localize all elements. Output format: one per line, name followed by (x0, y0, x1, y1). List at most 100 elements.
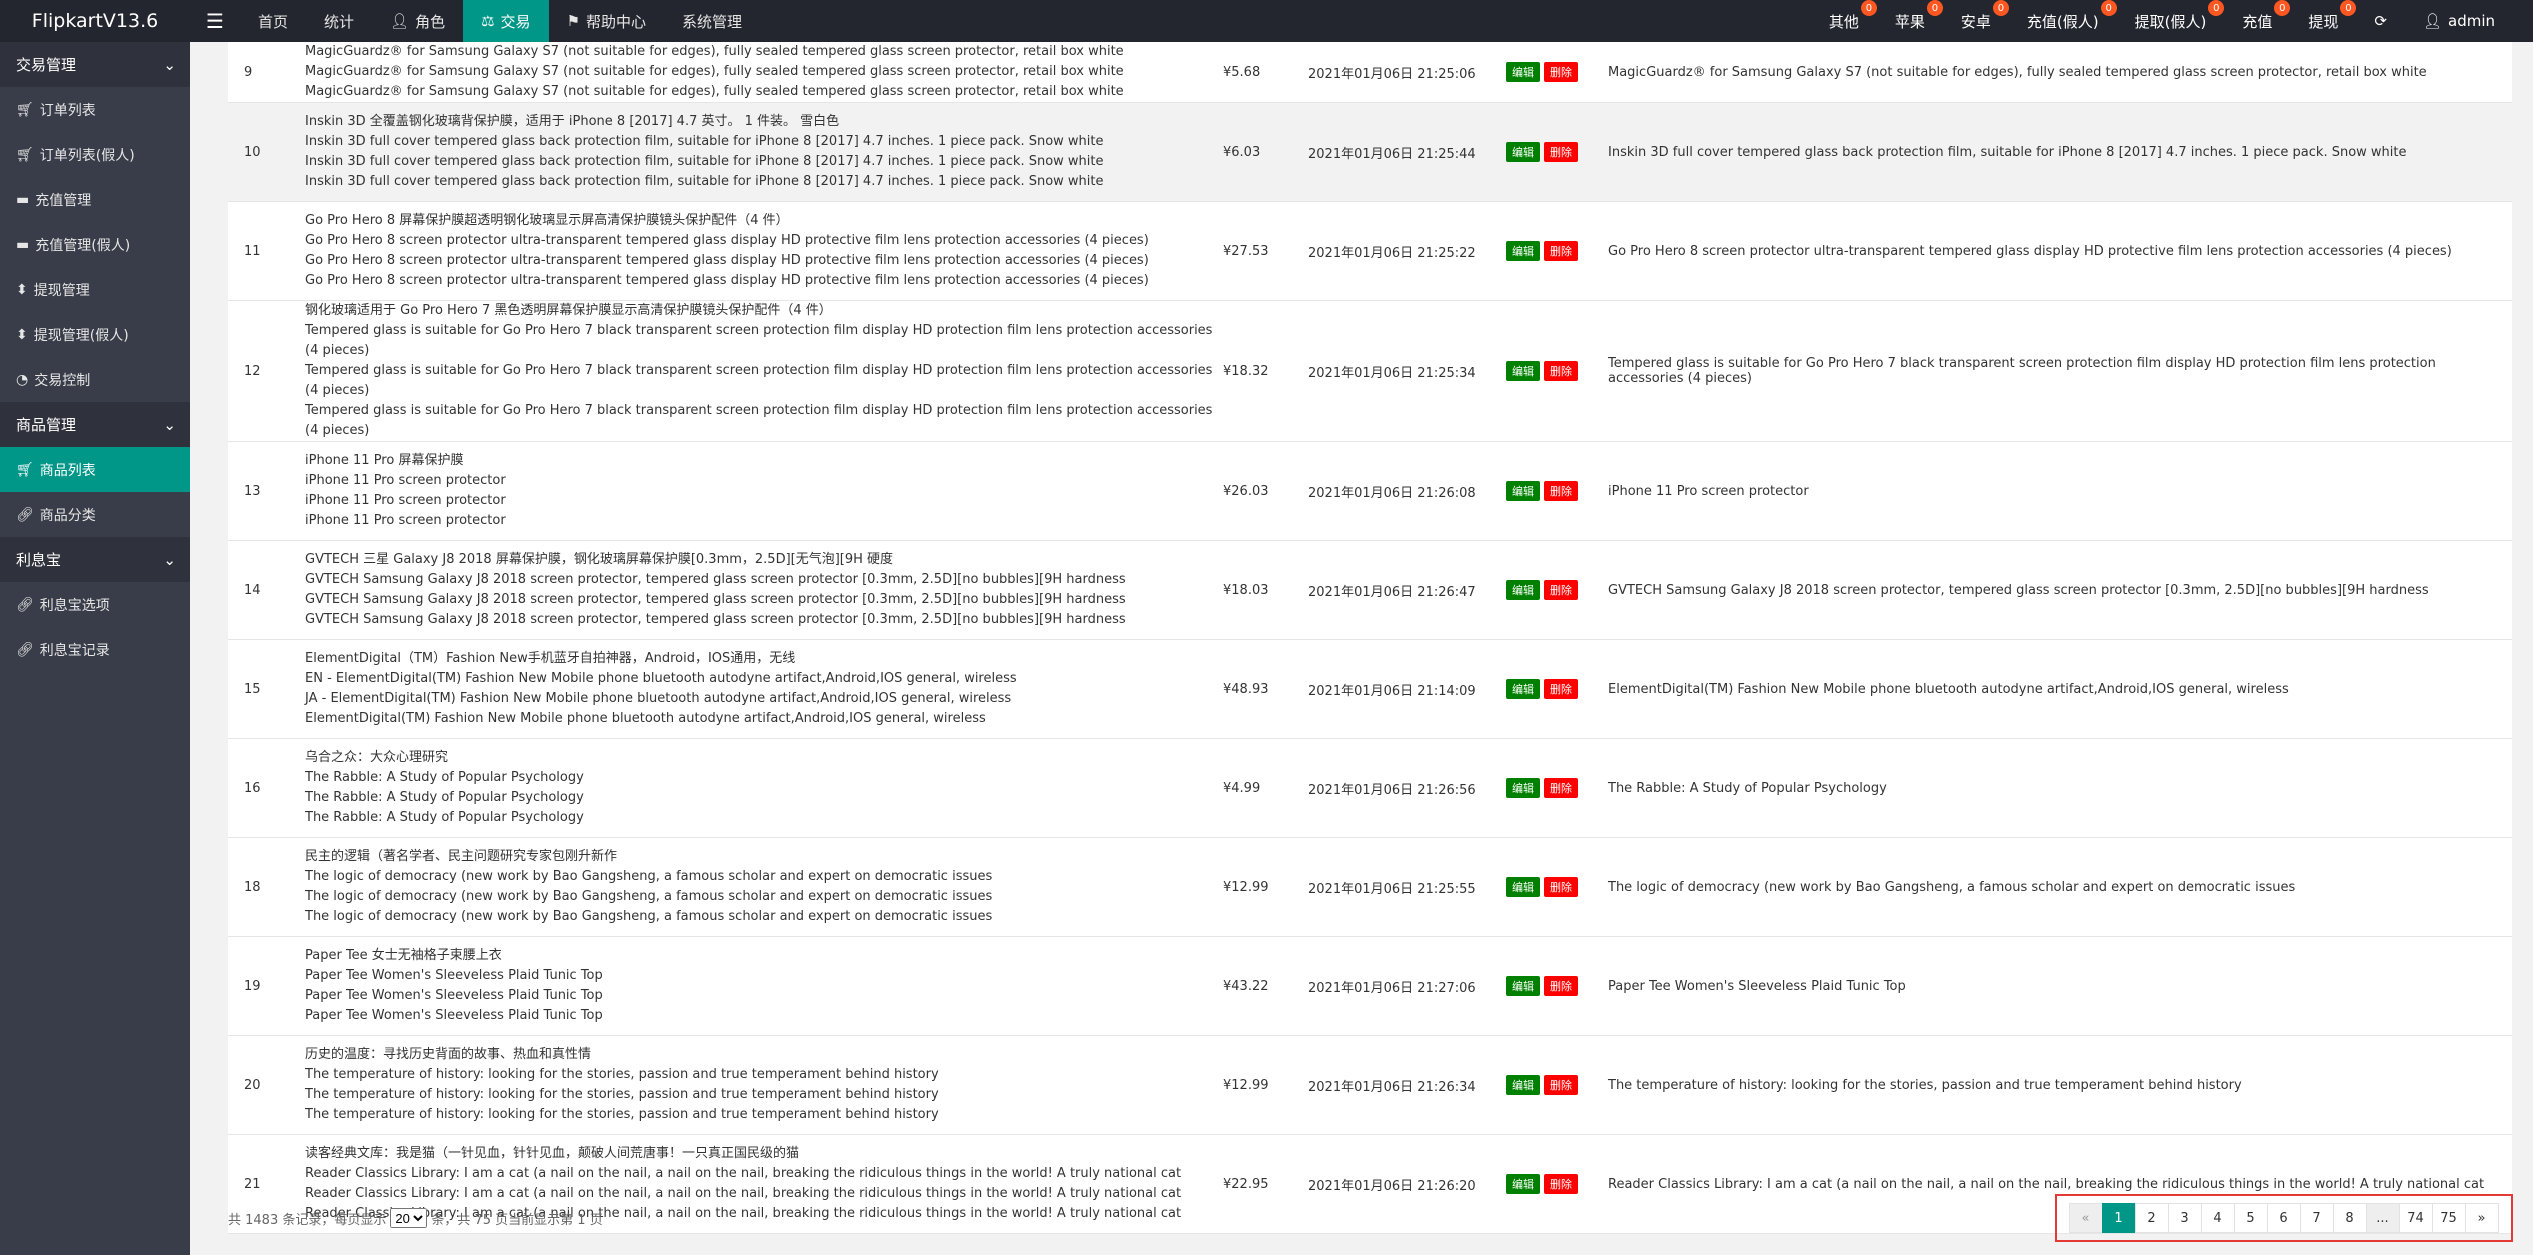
sidebar-item-interest-records[interactable]: 🔗︎ 利息宝记录 (0, 627, 190, 672)
table-row: 10 Inskin 3D 全覆盖钢化玻璃背保护膜，适用于 iPhone 8 [20… (228, 102, 2512, 202)
row-price: ¥4.99 (1223, 738, 1308, 838)
row-name-line: Inskin 3D 全覆盖钢化玻璃背保护膜，适用于 iPhone 8 [2017… (305, 114, 840, 129)
page-7[interactable]: 7 (2299, 1203, 2334, 1233)
row-name-line: The temperature of history: looking for … (305, 1087, 939, 1102)
nav-help[interactable]: ⚑︎ 帮助中心 (549, 0, 664, 42)
nav-other-label: 其他 (1828, 12, 1859, 31)
sidebar-item-orders-fake[interactable]: 🛒︎ 订单列表(假人) (0, 132, 190, 177)
delete-button[interactable]: 删除 (1544, 877, 1578, 897)
menu-toggle-icon[interactable]: ☰ (190, 0, 240, 42)
sidebar-item-goods-category[interactable]: 🔗︎ 商品分类 (0, 492, 190, 537)
row-name: 民主的逻辑（著名学者、民主问题研究专家包刚升新作 The logic of dem… (303, 837, 1223, 937)
row-actions: 编辑 删除 (1488, 441, 1600, 541)
edit-button[interactable]: 编辑 (1506, 62, 1540, 82)
delete-button[interactable]: 删除 (1544, 778, 1578, 798)
delete-button[interactable]: 删除 (1544, 481, 1578, 501)
nav-trade[interactable]: ⚖︎ 交易 (463, 0, 549, 42)
nav-other[interactable]: 其他 0 (1811, 0, 1877, 42)
sidebar-item-withdraw-fake[interactable]: ⬍ 提现管理(假人) (0, 312, 190, 357)
edit-button[interactable]: 编辑 (1506, 580, 1540, 600)
edit-button[interactable]: 编辑 (1506, 1174, 1540, 1194)
edit-button[interactable]: 编辑 (1506, 976, 1540, 996)
row-name-line: iPhone 11 Pro screen protector (305, 473, 506, 488)
sidebar-item-withdraw[interactable]: ⬍ 提现管理 (0, 267, 190, 312)
edit-button[interactable]: 编辑 (1506, 877, 1540, 897)
card-icon: ▬ (16, 236, 30, 253)
page-74[interactable]: 74 (2398, 1203, 2433, 1233)
nav-recharge-fake-label: 充值(假人) (2026, 12, 2099, 31)
edit-button[interactable]: 编辑 (1506, 142, 1540, 162)
nav-apple[interactable]: 苹果 0 (1877, 0, 1943, 42)
sidebar-group-goods[interactable]: 商品管理 ⌄ (0, 402, 190, 447)
nav-stats[interactable]: 统计 (306, 0, 372, 42)
nav-withdraw[interactable]: 提现 0 (2290, 0, 2357, 42)
edit-button[interactable]: 编辑 (1506, 361, 1540, 381)
page-8[interactable]: 8 (2332, 1203, 2367, 1233)
delete-button[interactable]: 删除 (1544, 361, 1578, 381)
page-6[interactable]: 6 (2266, 1203, 2301, 1233)
sidebar-item-recharge-fake[interactable]: ▬ 充值管理(假人) (0, 222, 190, 267)
page-2[interactable]: 2 (2134, 1203, 2169, 1233)
page-1[interactable]: 1 (2101, 1203, 2136, 1233)
cart-icon: 🛒︎ (16, 461, 34, 478)
nav-withdraw-badge: 0 (2340, 0, 2357, 16)
sidebar-item-goods-list[interactable]: 🛒︎ 商品列表 (0, 447, 190, 492)
sidebar-item-trade-control[interactable]: ◔ 交易控制 (0, 357, 190, 402)
row-name: GVTECH 三星 Galaxy J8 2018 屏幕保护膜，钢化玻璃屏幕保护膜… (303, 540, 1223, 640)
delete-button[interactable]: 删除 (1544, 976, 1578, 996)
nav-roles[interactable]: 👤︎ 角色 (372, 0, 463, 42)
delete-button[interactable]: 删除 (1544, 241, 1578, 261)
page-size-select[interactable]: 20 (390, 1208, 428, 1228)
page-3[interactable]: 3 (2167, 1203, 2202, 1233)
row-name-line: Go Pro Hero 8 screen protector ultra-tra… (305, 253, 1149, 268)
row-name-line: GVTECH 三星 Galaxy J8 2018 屏幕保护膜，钢化玻璃屏幕保护膜… (305, 552, 894, 567)
sidebar-item-interest-options[interactable]: 🔗︎ 利息宝选项 (0, 582, 190, 627)
withdraw-icon: ⬍ (16, 326, 28, 343)
nav-withdraw-fake[interactable]: 提取(假人) 0 (2117, 0, 2225, 42)
sidebar-item-recharge[interactable]: ▬ 充值管理 (0, 177, 190, 222)
refresh-icon[interactable]: ⟳ (2356, 0, 2405, 42)
delete-button[interactable]: 删除 (1544, 580, 1578, 600)
page-prev[interactable]: « (2068, 1203, 2103, 1233)
sidebar-item-orders[interactable]: 🛒︎ 订单列表 (0, 87, 190, 132)
table-row: 19 Paper Tee 女士无袖格子束腰上衣 Paper Tee Women's … (228, 936, 2512, 1036)
row-name-line: 乌合之众：大众心理研究 (305, 750, 449, 765)
row-en-name: iPhone 11 Pro screen protector (1600, 441, 2512, 541)
goods-table-body: 9 MagicGuardz® for Samsung Galaxy S7 (not… (228, 42, 2512, 1234)
sidebar-group-interest[interactable]: 利息宝 ⌄ (0, 537, 190, 582)
row-name-line: Tempered glass is suitable for Go Pro He… (305, 323, 1213, 358)
withdraw-icon: ⬍ (16, 281, 28, 298)
nav-recharge[interactable]: 充值 0 (2224, 0, 2291, 42)
delete-button[interactable]: 删除 (1544, 1075, 1578, 1095)
page-5[interactable]: 5 (2233, 1203, 2268, 1233)
nav-roles-label: 角色 (415, 12, 446, 31)
gauge-icon: ◔ (16, 371, 29, 388)
nav-android[interactable]: 安卓 0 (1943, 0, 2009, 42)
edit-button[interactable]: 编辑 (1506, 679, 1540, 699)
row-en-name: Inskin 3D full cover tempered glass back… (1600, 102, 2512, 202)
sidebar-group-trade[interactable]: 交易管理 ⌄ (0, 42, 190, 87)
edit-button[interactable]: 编辑 (1506, 481, 1540, 501)
app-title: FlipkartV13.6 (31, 10, 159, 32)
edit-button[interactable]: 编辑 (1506, 778, 1540, 798)
page-next[interactable]: » (2464, 1203, 2499, 1233)
row-en-name: MagicGuardz® for Samsung Galaxy S7 (not … (1600, 42, 2512, 103)
delete-button[interactable]: 删除 (1544, 679, 1578, 699)
row-name-line: JA - ElementDigital(TM) Fashion New Mobi… (305, 691, 1012, 706)
page-4[interactable]: 4 (2200, 1203, 2235, 1233)
page-75[interactable]: 75 (2431, 1203, 2466, 1233)
delete-button[interactable]: 删除 (1544, 1174, 1578, 1194)
row-name-line: iPhone 11 Pro 屏幕保护膜 (305, 453, 464, 468)
admin-menu[interactable]: 👤︎ admin (2405, 0, 2513, 42)
nav-system[interactable]: 系统管理 (664, 0, 760, 42)
edit-button[interactable]: 编辑 (1506, 241, 1540, 261)
delete-button[interactable]: 删除 (1544, 142, 1578, 162)
row-actions: 编辑 删除 (1488, 42, 1600, 103)
row-name-line: ElementDigital(TM) Fashion New Mobile ph… (305, 711, 986, 726)
row-name-line: The temperature of history: looking for … (305, 1067, 939, 1082)
nav-recharge-fake[interactable]: 充值(假人) 0 (2009, 0, 2117, 42)
edit-button[interactable]: 编辑 (1506, 1075, 1540, 1095)
row-actions: 编辑 删除 (1488, 540, 1600, 640)
nav-home[interactable]: 首页 (240, 0, 306, 42)
delete-button[interactable]: 删除 (1544, 62, 1578, 82)
